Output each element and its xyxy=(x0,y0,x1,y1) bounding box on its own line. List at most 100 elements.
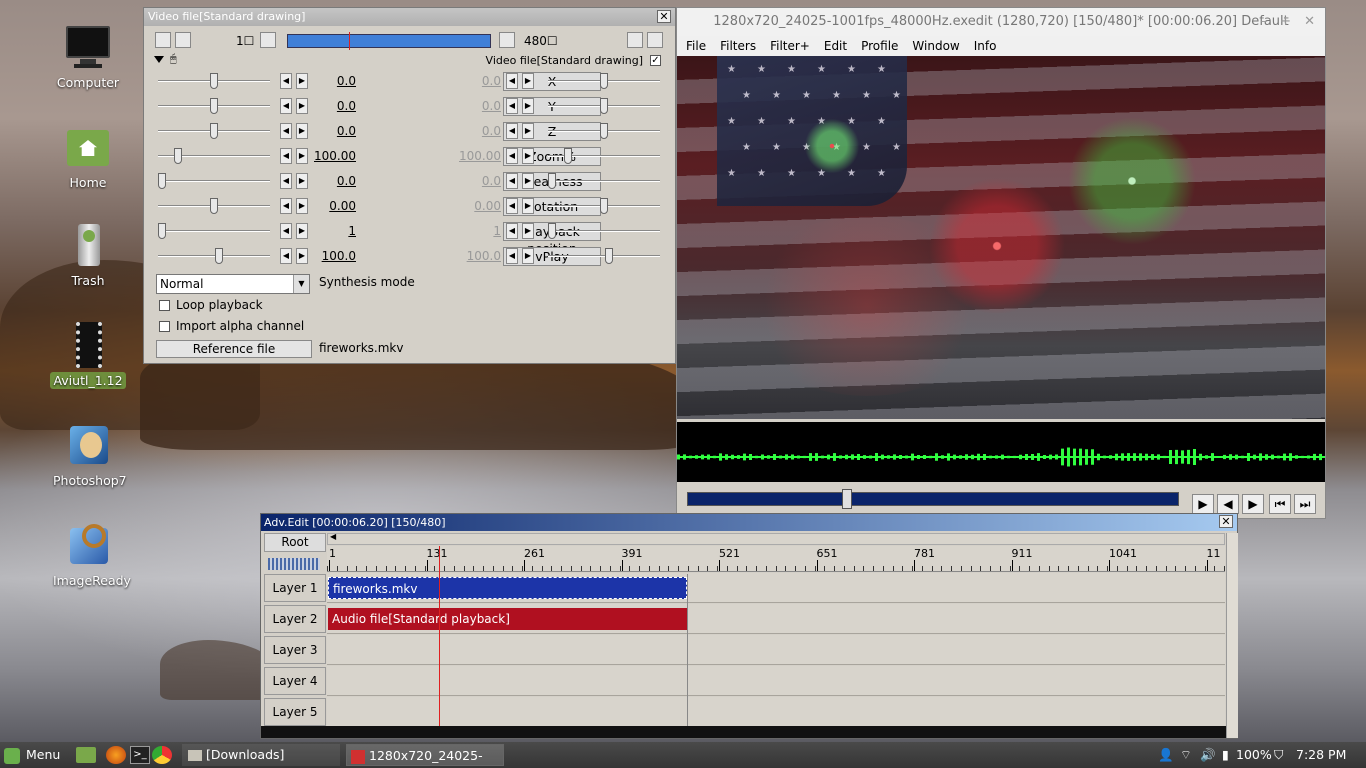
arrow-left-icon[interactable]: ◀ xyxy=(506,198,518,214)
seek-bar[interactable] xyxy=(687,489,1179,509)
y-start-slider[interactable] xyxy=(210,98,218,114)
playback-position-start-value[interactable]: 1 xyxy=(304,224,356,238)
clearness-end-value[interactable]: 0.0 xyxy=(449,174,501,188)
frame-range-bar[interactable] xyxy=(287,32,491,50)
timeline-close-button[interactable]: ✕ xyxy=(1219,515,1233,528)
menu-info[interactable]: Info xyxy=(967,36,1004,56)
menu-profile[interactable]: Profile xyxy=(854,36,905,56)
next-frame-icon[interactable]: ▶ xyxy=(1242,494,1264,514)
arrow-left-icon[interactable]: ◀ xyxy=(506,223,518,239)
skip-start-icon[interactable]: ⏮ xyxy=(1269,494,1291,514)
rotation-end-slider[interactable] xyxy=(600,198,608,214)
next-keyframe-button[interactable] xyxy=(499,32,515,48)
timeline-ruler[interactable]: 1 131 261 391 521 651 781 911 1041 11 xyxy=(327,546,1225,572)
firefox-icon[interactable] xyxy=(106,746,126,764)
play-icon[interactable]: ▶ xyxy=(1192,494,1214,514)
clearness-start-slider[interactable] xyxy=(158,173,166,189)
desktop-icon-home[interactable]: Home xyxy=(50,124,126,191)
timeline-clip[interactable]: fireworks.mkv xyxy=(328,577,687,599)
arrow-left-icon[interactable]: ◀ xyxy=(506,248,518,264)
menu-window[interactable]: Window xyxy=(905,36,966,56)
vplay-start-slider[interactable] xyxy=(215,248,224,264)
image-icon[interactable] xyxy=(155,32,171,48)
dialog-titlebar[interactable]: Video file[Standard drawing] ✕ xyxy=(144,8,675,26)
arrow-left-icon[interactable]: ◀ xyxy=(506,148,518,164)
menu-edit[interactable]: Edit xyxy=(817,36,854,56)
root-button[interactable]: Root xyxy=(264,533,326,552)
clock[interactable]: 7:28 PM xyxy=(1296,744,1346,766)
x-end-slider[interactable] xyxy=(600,73,608,89)
vplay-start-value[interactable]: 100.0 xyxy=(304,249,356,263)
show-desktop-icon[interactable] xyxy=(76,747,96,763)
reference-file-button[interactable]: Reference file xyxy=(156,340,312,358)
taskbar-item-aviutl[interactable]: 1280x720_24025-10... xyxy=(346,744,504,766)
menu-filter[interactable]: Filter+ xyxy=(763,36,817,56)
arrow-right-icon[interactable]: ▶ xyxy=(522,148,534,164)
layer-row[interactable] xyxy=(327,697,1225,727)
close-icon[interactable]: ✕ xyxy=(1304,8,1315,36)
arrow-left-icon[interactable]: ◀ xyxy=(280,148,292,164)
chevron-down-icon[interactable]: ▼ xyxy=(293,275,309,293)
arrow-left-icon[interactable]: ◀ xyxy=(280,98,292,114)
taskbar-item-downloads[interactable]: [Downloads] xyxy=(182,744,340,766)
vertical-scrollbar[interactable] xyxy=(1226,533,1238,738)
arrow-left-icon[interactable]: ◀ xyxy=(506,123,518,139)
battery-icon[interactable]: ▮ xyxy=(1222,744,1229,766)
dialog-close-button[interactable]: ✕ xyxy=(657,10,671,23)
clearness-start-value[interactable]: 0.0 xyxy=(304,174,356,188)
x-start-slider[interactable] xyxy=(210,73,218,89)
wifi-icon[interactable]: ⌔ xyxy=(1180,744,1192,766)
timeline-clip[interactable]: Audio file[Standard playback] xyxy=(328,608,687,630)
start-menu-button[interactable]: Menu xyxy=(4,744,68,766)
zoom--start-slider[interactable] xyxy=(173,148,182,164)
arrow-left-icon[interactable]: ◀ xyxy=(506,173,518,189)
arrow-left-icon[interactable]: ◀ xyxy=(506,98,518,114)
minimize-icon[interactable]: – xyxy=(1261,8,1268,36)
arrow-left-icon[interactable]: ◀ xyxy=(280,73,292,89)
timeline-titlebar[interactable]: Adv.Edit [00:00:06.20] [150/480] ✕ xyxy=(261,514,1237,531)
layer-label-1[interactable]: Layer 1 xyxy=(264,574,326,602)
y-start-value[interactable]: 0.0 xyxy=(304,99,356,113)
layer-row[interactable] xyxy=(327,666,1225,696)
y-end-slider[interactable] xyxy=(600,98,608,114)
arrow-left-icon[interactable]: ◀ xyxy=(280,223,292,239)
zoom--end-value[interactable]: 100.00 xyxy=(449,149,501,163)
desktop-icon-computer[interactable]: Computer xyxy=(50,24,126,91)
layer-label-3[interactable]: Layer 3 xyxy=(264,636,326,664)
maximize-icon[interactable]: + xyxy=(1280,8,1291,36)
rotation-end-value[interactable]: 0.00 xyxy=(449,199,501,213)
desktop-icon-imageready[interactable]: ImageReady xyxy=(50,522,131,589)
rotation-start-value[interactable]: 0.00 xyxy=(304,199,356,213)
arrow-left-icon[interactable]: ◀ xyxy=(506,73,518,89)
video-preview[interactable]: ★★★★★★★★★★★★★★★★★★★★★★★★★★★★★★ xyxy=(677,56,1325,419)
arrow-right-icon[interactable]: ▶ xyxy=(522,198,534,214)
volume-icon[interactable]: 🔊 xyxy=(1200,744,1216,766)
z-start-value[interactable]: 0.0 xyxy=(304,124,356,138)
arrow-right-icon[interactable]: ▶ xyxy=(522,123,534,139)
terminal-icon[interactable]: >_ xyxy=(130,746,150,764)
vplay-end-value[interactable]: 100.0 xyxy=(449,249,501,263)
option-button[interactable] xyxy=(647,32,663,48)
z-start-slider[interactable] xyxy=(210,123,218,139)
arrow-right-icon[interactable]: ▶ xyxy=(522,248,534,264)
user-icon[interactable]: 👤 xyxy=(1158,744,1174,766)
arrow-left-icon[interactable]: ◀ xyxy=(280,123,292,139)
layer-row[interactable] xyxy=(327,635,1225,665)
vplay-end-slider[interactable] xyxy=(605,248,614,264)
arrow-left-icon[interactable]: ◀ xyxy=(280,248,292,264)
playhead[interactable] xyxy=(439,546,440,738)
arrow-right-icon[interactable]: ▶ xyxy=(522,73,534,89)
prev-keyframe-button[interactable] xyxy=(260,32,276,48)
skip-end-icon[interactable]: ⏭ xyxy=(1294,494,1316,514)
object-enabled-checkbox[interactable]: ✓ xyxy=(650,55,661,66)
playback-position-end-value[interactable]: 1 xyxy=(449,224,501,238)
clearness-end-slider[interactable] xyxy=(548,173,556,189)
chrome-icon[interactable] xyxy=(152,746,172,764)
playback-position-end-slider[interactable] xyxy=(548,223,556,239)
collapse-icon[interactable] xyxy=(154,56,164,63)
menu-filters[interactable]: Filters xyxy=(713,36,763,56)
import-alpha-checkbox[interactable] xyxy=(159,321,170,332)
loop-playback-checkbox[interactable] xyxy=(159,300,170,311)
option-button[interactable] xyxy=(627,32,643,48)
x-end-value[interactable]: 0.0 xyxy=(449,74,501,88)
